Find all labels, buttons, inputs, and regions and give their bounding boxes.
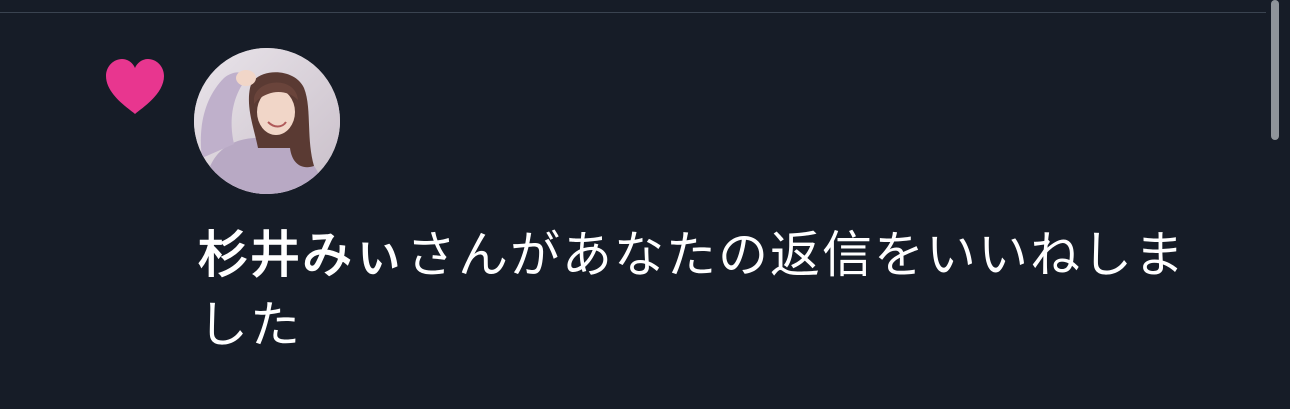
notification-text: 杉井みぃさんがあなたの返信をいいねしました	[198, 220, 1218, 360]
avatar[interactable]	[194, 48, 340, 194]
heart-icon	[104, 58, 166, 116]
top-divider	[0, 12, 1266, 13]
scrollbar-thumb[interactable]	[1271, 0, 1279, 140]
user-name[interactable]: 杉井みぃ	[198, 226, 406, 284]
